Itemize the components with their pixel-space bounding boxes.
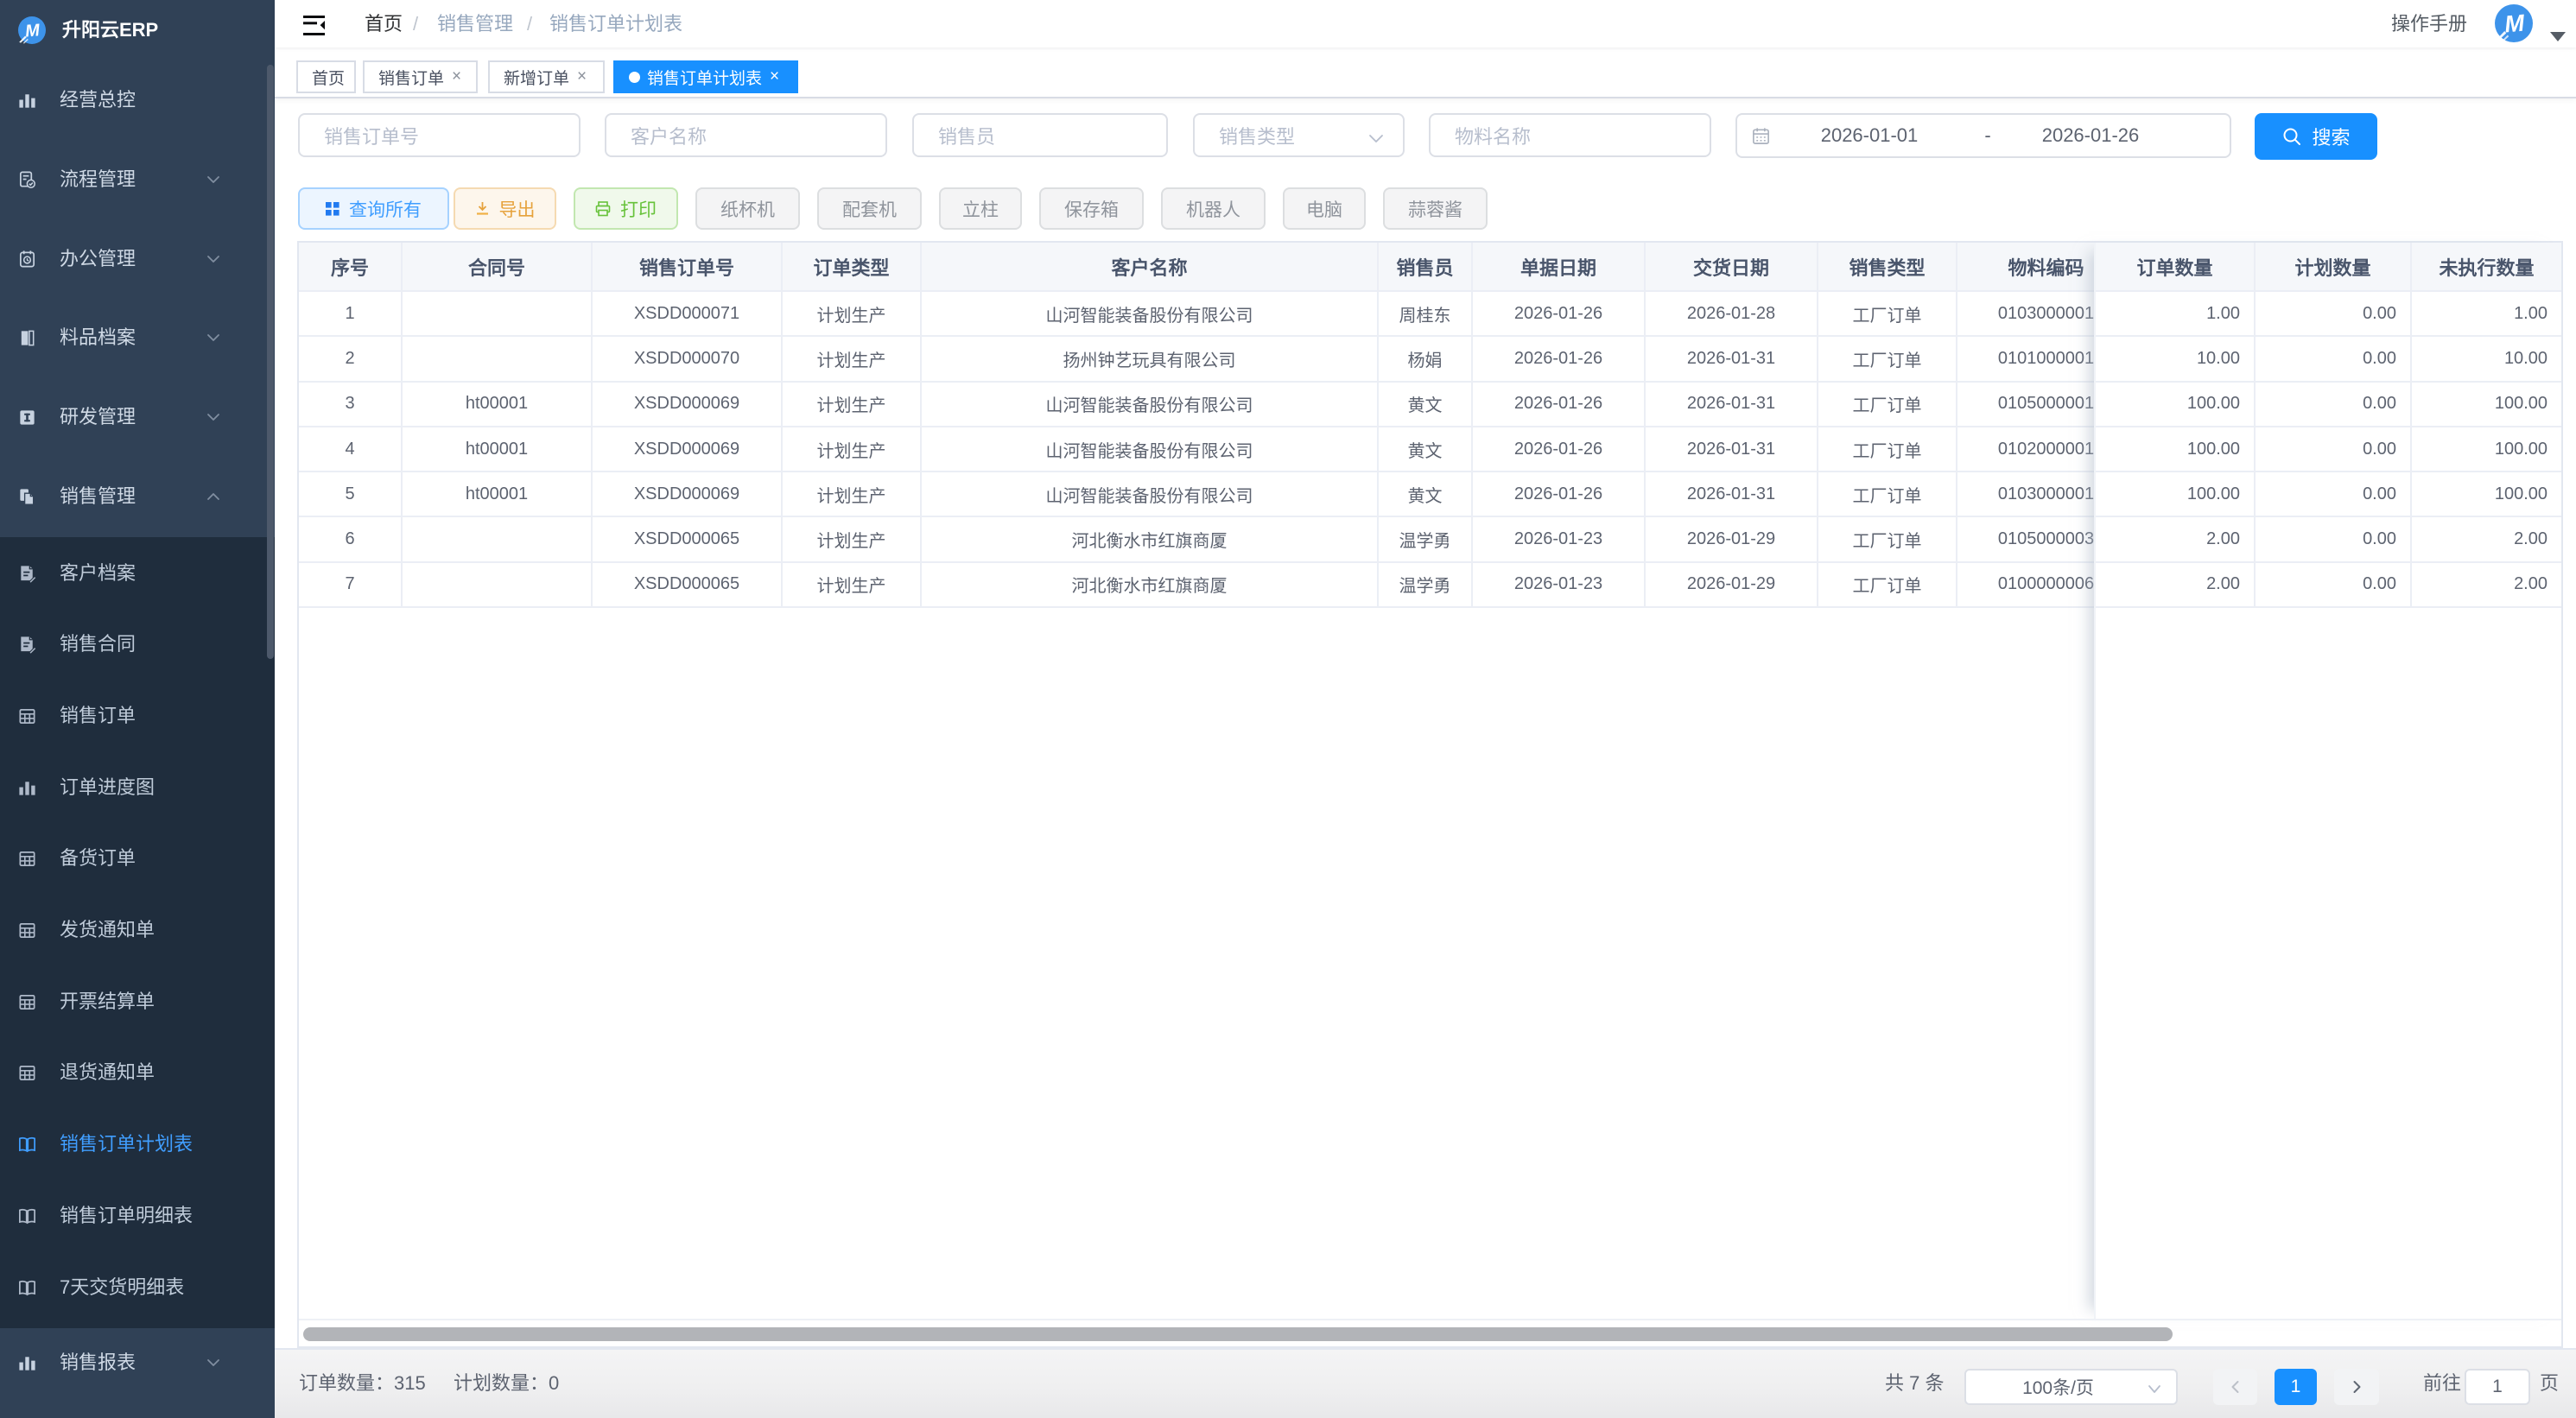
svg-text:M: M [2503,9,2527,38]
svg-text:M: M [24,21,41,41]
